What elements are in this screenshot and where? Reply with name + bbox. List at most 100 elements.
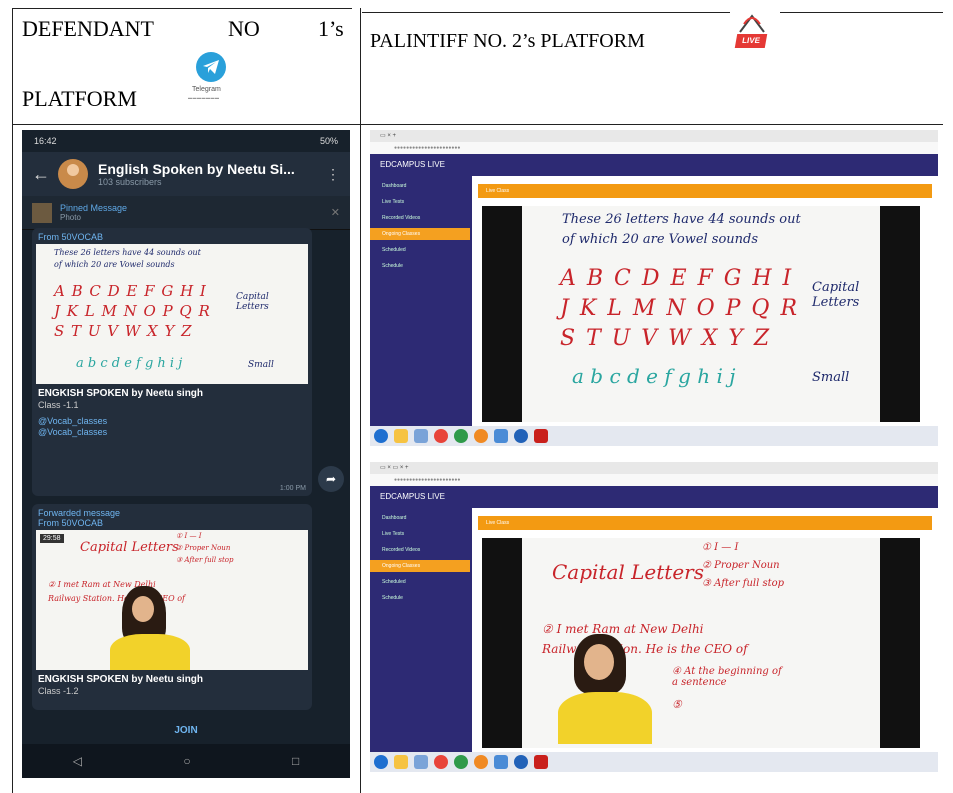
table-top-rule-right2 xyxy=(780,12,943,13)
message-title: ENGKISH SPOKEN by Neetu singh xyxy=(38,388,204,399)
record-icon-2[interactable] xyxy=(534,755,548,769)
header-word-defendant: DEFENDANT xyxy=(22,16,154,41)
firefox-icon-2[interactable] xyxy=(474,755,488,769)
browser-icon[interactable] xyxy=(454,429,468,443)
board-capital-label: Capital Letters xyxy=(236,292,269,312)
pinned-title: Pinned Message xyxy=(60,203,128,213)
video-whiteboard-2: Capital Letters ① I — I ② Proper Noun ③ … xyxy=(522,538,880,748)
explorer-icon[interactable] xyxy=(394,429,408,443)
video-whiteboard-1: These 26 letters have 44 sounds out of w… xyxy=(522,206,880,422)
header-word-no: NO xyxy=(228,16,260,41)
live-logo: LIVE xyxy=(732,12,780,54)
header-word-platform: PLATFORM xyxy=(22,86,137,111)
sidebar-item-schedule[interactable]: Schedule xyxy=(370,260,470,272)
sidebar2-item-scheduled[interactable]: Scheduled xyxy=(370,576,470,588)
firefox-icon[interactable] xyxy=(474,429,488,443)
browser-tab-strip[interactable]: ▭ × + xyxy=(370,130,938,142)
start-icon-2[interactable] xyxy=(374,755,388,769)
message-1[interactable]: From 50VOCAB These 26 letters have 44 so… xyxy=(32,228,312,496)
more-options-icon[interactable]: ⋮ xyxy=(326,166,340,183)
share-icon[interactable]: ➦ xyxy=(318,466,344,492)
video-player-2[interactable]: Capital Letters ① I — I ② Proper Noun ③ … xyxy=(482,538,920,748)
handle-1[interactable]: @Vocab_classes xyxy=(32,416,312,427)
edcampus-sidebar: Dashboard Live Tests Recorded Videos Ong… xyxy=(370,176,470,426)
close-icon[interactable]: ✕ xyxy=(331,206,340,219)
message-title-2: ENGKISH SPOKEN by Neetu singh xyxy=(38,674,204,685)
vb1-row-1: A B C D E F G H I xyxy=(560,266,794,291)
help-icon[interactable] xyxy=(514,429,528,443)
table-center-divider xyxy=(360,8,361,793)
edcampus-browser-1: ▭ × + ●●●●●●●●●●●●●●●●●●●●●● EDCAMPUS LI… xyxy=(370,130,938,446)
channel-name: English Spoken by Neetu Si... xyxy=(98,161,295,177)
chrome-icon-2[interactable] xyxy=(434,755,448,769)
vb1-row-2: J K L M N O P Q R xyxy=(560,296,800,321)
table-top-rule-left xyxy=(12,8,352,9)
message-from: From 50VOCAB xyxy=(38,232,104,242)
browser-icon-2[interactable] xyxy=(454,755,468,769)
message-2[interactable]: Forwarded message From 50VOCAB 29:58 Cap… xyxy=(32,504,312,710)
board2-n2: ② Proper Noun xyxy=(176,544,231,552)
channel-avatar[interactable] xyxy=(58,159,88,189)
vb2-n1: ① I — I xyxy=(702,542,739,553)
board-row-4: a b c d e f g h i j xyxy=(76,356,183,371)
handle-2[interactable]: @Vocab_classes xyxy=(32,427,312,438)
start-icon[interactable] xyxy=(374,429,388,443)
windows-taskbar-1 xyxy=(370,426,938,446)
sidebar2-item-ongoing[interactable]: Ongoing Classes xyxy=(370,560,470,572)
edcampus-main-2: Live Class Capital Letters ① I — I ② Pro… xyxy=(472,508,938,752)
chrome-icon[interactable] xyxy=(434,429,448,443)
board-row-3: S T U V W X Y Z xyxy=(54,322,193,340)
join-button[interactable]: JOIN xyxy=(22,718,350,744)
nav-back-icon[interactable]: ◁ xyxy=(73,754,82,768)
whiteboard-thumbnail-1[interactable]: These 26 letters have 44 sounds out of w… xyxy=(36,244,308,384)
telegram-logo-text: Telegram xyxy=(192,86,221,93)
vb1-row-4: a b c d e f g h i j xyxy=(572,364,736,388)
pinned-message-bar[interactable]: Pinned Message Photo ✕ xyxy=(22,196,350,230)
back-arrow-icon[interactable]: ← xyxy=(32,164,58,185)
help-icon-2[interactable] xyxy=(514,755,528,769)
sidebar-item-scheduled[interactable]: Scheduled xyxy=(370,244,470,256)
nav-recent-icon[interactable]: □ xyxy=(292,754,299,768)
sidebar2-item-schedule[interactable]: Schedule xyxy=(370,592,470,604)
vb1-row-3: S T U V W X Y Z xyxy=(560,326,772,351)
sidebar-item-live-tests[interactable]: Live Tests xyxy=(370,196,470,208)
telegram-logo: Telegram ▬▬▬▬▬▬▬ xyxy=(182,52,232,112)
browser-address-bar[interactable]: ●●●●●●●●●●●●●●●●●●●●●● xyxy=(370,142,938,154)
app-icon-2[interactable] xyxy=(414,755,428,769)
video-player-1[interactable]: These 26 letters have 44 sounds out of w… xyxy=(482,206,920,422)
teacher-figure xyxy=(106,586,206,670)
vb2-n3: ③ After full stop xyxy=(702,578,785,589)
sidebar-item-dashboard[interactable]: Dashboard xyxy=(370,180,470,192)
explorer-icon-2[interactable] xyxy=(394,755,408,769)
nav-home-icon[interactable]: ○ xyxy=(183,754,190,768)
vb2-n5: ⑤ xyxy=(672,698,682,711)
video-thumbnail-2[interactable]: 29:58 Capital Letters ① I — I ② Proper N… xyxy=(36,530,308,670)
channel-header: ← English Spoken by Neetu Si... 103 subs… xyxy=(22,152,350,196)
board-small-label: Small xyxy=(248,360,274,370)
browser-address-bar-2[interactable]: ●●●●●●●●●●●●●●●●●●●●●● xyxy=(370,474,938,486)
browser-tab-strip-2[interactable]: ▭ × ▭ × + xyxy=(370,462,938,474)
edcampus-main: Live Class These 26 letters have 44 soun… xyxy=(472,176,938,426)
media-icon-2[interactable] xyxy=(494,755,508,769)
live-badge: LIVE xyxy=(734,34,768,48)
android-nav-bar: ◁ ○ □ xyxy=(22,744,350,778)
board2-title: Capital Letters xyxy=(80,540,179,555)
record-icon[interactable] xyxy=(534,429,548,443)
sidebar-item-ongoing[interactable]: Ongoing Classes xyxy=(370,228,470,240)
vb1-capital-label: Capital Letters xyxy=(812,280,860,310)
sidebar2-item-dashboard[interactable]: Dashboard xyxy=(370,512,470,524)
board2-n1: ① I — I xyxy=(176,532,202,540)
live-broadcast-icon xyxy=(739,14,765,33)
board-row-1: A B C D E F G H I xyxy=(54,282,207,300)
status-time: 16:42 xyxy=(34,136,57,146)
sidebar2-item-recorded[interactable]: Recorded Videos xyxy=(370,544,470,556)
sidebar-item-recorded[interactable]: Recorded Videos xyxy=(370,212,470,224)
sidebar2-item-live-tests[interactable]: Live Tests xyxy=(370,528,470,540)
board2-n3: ③ After full stop xyxy=(176,556,234,564)
media-icon[interactable] xyxy=(494,429,508,443)
pinned-thumbnail xyxy=(32,202,52,223)
app-icon[interactable] xyxy=(414,429,428,443)
edcampus-browser-2: ▭ × ▭ × + ●●●●●●●●●●●●●●●●●●●●●● EDCAMPU… xyxy=(370,462,938,772)
vb2-title: Capital Letters xyxy=(552,560,704,584)
message-class: Class -1.1 xyxy=(38,400,79,410)
